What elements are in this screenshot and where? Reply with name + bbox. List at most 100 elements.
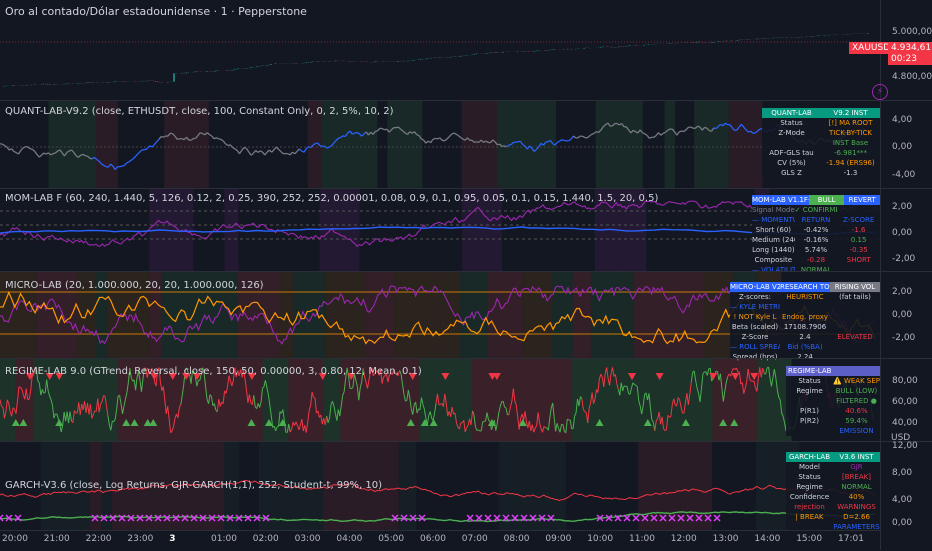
time-tick: 14:00 <box>754 534 780 544</box>
regime-band <box>488 272 522 358</box>
series-segment <box>170 133 172 134</box>
cell: Model <box>786 462 833 472</box>
price-pane[interactable] <box>0 22 880 100</box>
cell <box>780 302 830 312</box>
cell: ✓ CONFIRMED <box>795 205 838 215</box>
series-segment <box>380 128 382 129</box>
garch-tick: 12,00 <box>892 441 918 451</box>
series-segment <box>177 139 179 140</box>
cell: 0.15 <box>837 235 880 245</box>
regime-band <box>462 101 497 188</box>
cell: Confidence <box>786 492 833 502</box>
regime-band <box>643 101 665 188</box>
cell: rejection <box>786 502 833 512</box>
cell: NORMAL <box>833 482 880 492</box>
series-segment <box>244 147 246 148</box>
cell: 40% <box>833 492 880 502</box>
cell <box>830 342 880 352</box>
cell: WARNINGS <box>833 502 880 512</box>
regime-band <box>650 359 672 441</box>
prob-segment <box>669 417 670 418</box>
prob-segment <box>277 426 278 427</box>
series-segment <box>504 146 506 147</box>
prob-segment <box>505 407 506 408</box>
cell <box>830 322 880 332</box>
prob-segment <box>405 400 406 401</box>
time-tick: 06:00 <box>420 534 446 544</box>
regime-band <box>556 101 596 188</box>
cell: INST Base <box>821 138 880 148</box>
time-tick: 13:00 <box>713 534 739 544</box>
series-segment <box>497 144 499 145</box>
regime-band <box>293 272 325 358</box>
price-tick: 5.000,00 <box>892 27 932 37</box>
regime-band <box>441 272 460 358</box>
time-tick: 03:00 <box>295 534 321 544</box>
series-segment <box>679 131 681 132</box>
cell: Status <box>786 376 833 386</box>
cell: 59.4% <box>833 416 880 426</box>
regime-band <box>542 359 572 441</box>
cell <box>786 426 833 436</box>
regime-band <box>675 101 694 188</box>
regime-tick: 40,00 <box>892 418 918 428</box>
quant-title: QUANT-LAB-V9.2 (close, ETHUSDT, close, 1… <box>5 106 394 117</box>
time-tick: 01:00 <box>211 534 237 544</box>
cell: Beta (scaled) <box>730 322 780 332</box>
cell <box>830 312 880 322</box>
cell: BULL (LOW) <box>833 386 880 396</box>
cell: P(R2) <box>786 416 833 426</box>
time-tick: 10:00 <box>587 534 613 544</box>
cell: D=2.66 <box>833 512 880 522</box>
quant-tick: 0,00 <box>892 142 912 152</box>
time-tick: 04:00 <box>336 534 362 544</box>
cell: ADF-GLS tau <box>762 148 821 158</box>
regime-band <box>497 101 541 188</box>
cell: — ROLL SPREAD — <box>730 342 780 352</box>
alert-icon[interactable]: ⚡ <box>872 84 888 100</box>
micro-tick: 0,00 <box>892 310 912 320</box>
regime-stats-table: REGIME-LAB Status⚠️ WEAK SEP RegimeBULL … <box>786 366 880 436</box>
table-header: GARCH-LAB <box>786 452 833 462</box>
series-segment <box>53 153 55 154</box>
micro-tick: -2,00 <box>892 333 915 343</box>
table-header: BULL <box>809 195 845 205</box>
prob-segment <box>716 371 717 372</box>
micro-stats-table: MICRO-LAB V2.1RESEARCH TOOLRISING VOL Z-… <box>730 282 880 362</box>
cell: P(R1) <box>786 406 833 416</box>
prob-segment <box>751 381 752 382</box>
cell: HEURISTIC <box>780 292 830 302</box>
cell: -1.6 <box>837 225 880 235</box>
table-header: REGIME-LAB <box>786 366 880 376</box>
time-axis[interactable]: 20:0021:0022:0023:00301:0002:0003:0004:0… <box>0 530 880 551</box>
series-segment <box>30 149 32 150</box>
series-segment <box>516 142 518 143</box>
cell: | BREAK <box>786 512 833 522</box>
regime-band <box>694 101 728 188</box>
cell <box>762 138 821 148</box>
cell: Z-SCORE <box>837 215 880 225</box>
cell: 40.6% <box>833 406 880 416</box>
time-tick: 20:00 <box>2 534 28 544</box>
cell: -1.3 <box>821 168 880 178</box>
cell: Medium (240) <box>752 235 795 245</box>
regime-band <box>713 359 758 441</box>
time-tick: 09:00 <box>545 534 571 544</box>
table-header: QUANT-LAB <box>762 108 821 118</box>
cell: ELEVATED <box>830 332 880 342</box>
cell: -0.28 <box>795 255 838 265</box>
cell: Regime <box>786 482 833 492</box>
time-tick: 11:00 <box>629 534 655 544</box>
cell: -0.42% <box>795 225 838 235</box>
series-segment <box>382 129 384 130</box>
chart-title: Oro al contado/Dólar estadounidense · 1 … <box>5 5 307 18</box>
garch-title: GARCH-V3.6 (close, Log Returns, GJR-GARC… <box>5 480 382 491</box>
cell: — KYLE METRIC — <box>730 302 780 312</box>
regime-title: REGIME-LAB 9.0 (GTrend, Reversal, close,… <box>5 366 422 377</box>
regime-band <box>522 272 552 358</box>
table-header: MOM-LAB V1.1F-A <box>752 195 809 205</box>
cell: TICK-BY-TICK <box>821 128 880 138</box>
cell <box>837 205 880 215</box>
countdown-tag: 00:23 <box>888 53 932 65</box>
cell: -0.16% <box>795 235 838 245</box>
